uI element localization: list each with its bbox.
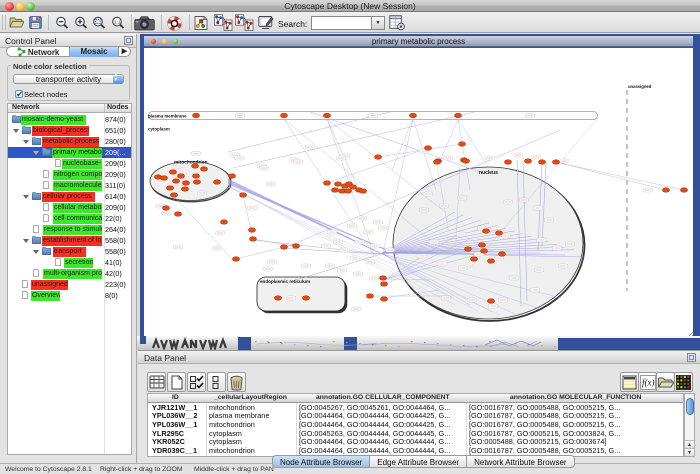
svg-text:1:1: 1:1 (114, 19, 121, 24)
svg-text:cytoplasm: cytoplasm (148, 127, 170, 132)
svg-text:nucleus: nucleus (479, 170, 498, 176)
svg-text:f(x): f(x) (642, 378, 655, 388)
svg-text:endoplasmic reticulum: endoplasmic reticulum (260, 279, 310, 284)
svg-text:plasma membrane: plasma membrane (148, 114, 187, 119)
svg-text:unassigned: unassigned (628, 84, 652, 89)
